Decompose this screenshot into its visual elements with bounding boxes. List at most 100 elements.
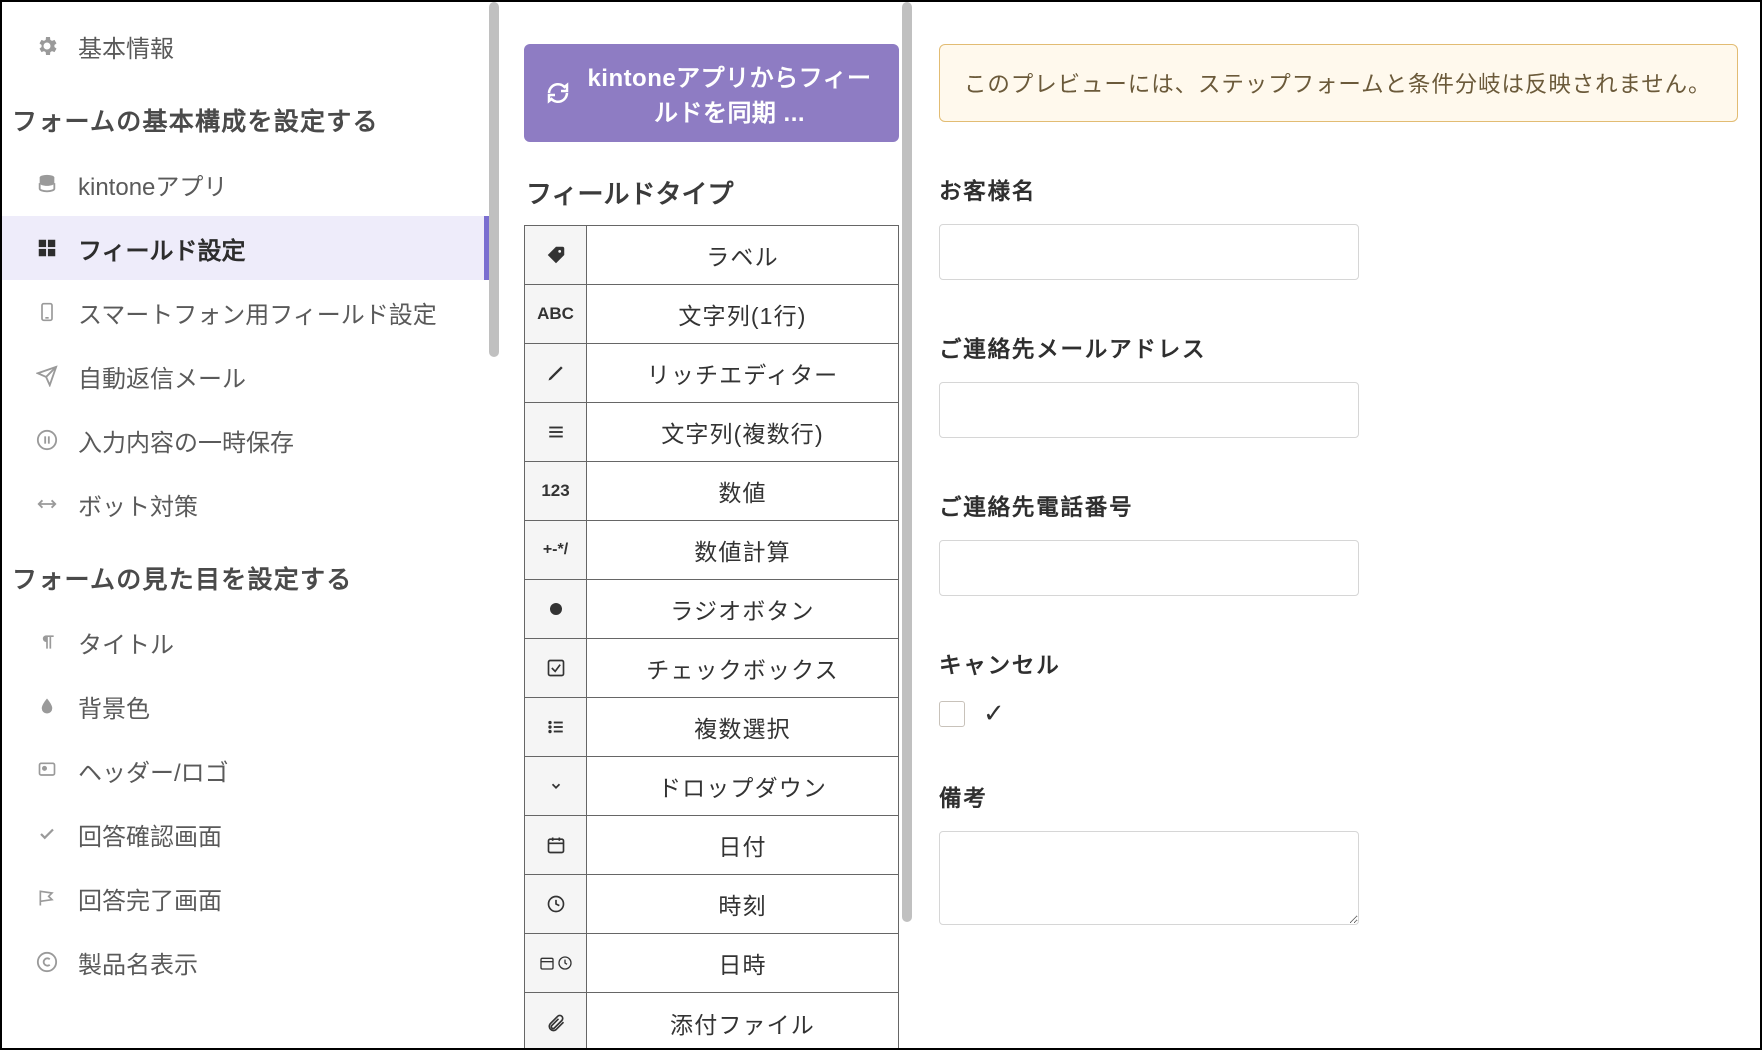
bars-icon [525,403,587,461]
field-palette: kintoneアプリからフィールドを同期 ... フィールドタイプ ラベル AB… [524,2,899,1048]
fieldtype-label-text: リッチエディター [587,344,898,402]
list-icon [525,698,587,756]
fieldtype-label-text: 文字列(複数行) [587,403,898,461]
preview-notice-alert: このプレビューには、ステップフォームと条件分岐は反映されません。 [939,44,1738,122]
field-label: キャンセル [939,648,1738,680]
sidebar-item-label: 入力内容の一時保存 [78,423,294,458]
check-icon [30,825,64,843]
preview-field-email: ご連絡先メールアドレス [939,332,1738,438]
refresh-icon [546,81,570,105]
sidebar-item-auto-reply-mail[interactable]: 自動返信メール [2,344,489,408]
preview-field-notes: 備考 [939,781,1738,930]
sidebar-item-field-settings[interactable]: フィールド設定 [2,216,489,280]
radio-icon [525,580,587,638]
sidebar-item-label: タイトル [78,625,174,660]
sidebar-item-label: 回答完了画面 [78,881,222,916]
fieldtype-date[interactable]: 日付 [525,816,898,875]
image-icon [30,760,64,780]
sidebar-item-complete-screen[interactable]: 回答完了画面 [2,866,489,930]
preview-field-cancel: キャンセル ✓ [939,648,1738,729]
fieldtype-label[interactable]: ラベル [525,226,898,285]
sidebar-item-basic-info[interactable]: 基本情報 [2,14,489,78]
fieldtype-label-text: 時刻 [587,875,898,933]
fieldtype-rich-editor[interactable]: リッチエディター [525,344,898,403]
fieldtype-label-text: ラベル [587,226,898,284]
sidebar-item-smartphone-fields[interactable]: スマートフォン用フィールド設定 [2,280,489,344]
fieldtype-label-text: 数値 [587,462,898,520]
sidebar-item-label: フィールド設定 [78,231,246,266]
fieldtype-datetime[interactable]: 日時 [525,934,898,993]
palette-scrollbar[interactable] [902,2,912,1048]
chevron-down-icon [525,757,587,815]
fieldtype-label-text: 文字列(1行) [587,285,898,343]
fieldtype-attachment[interactable]: 添付ファイル [525,993,898,1050]
sidebar-item-save-draft[interactable]: 入力内容の一時保存 [2,408,489,472]
clock-icon [525,875,587,933]
sidebar-item-label: 製品名表示 [78,945,198,980]
fieldtype-radio[interactable]: ラジオボタン [525,580,898,639]
fieldtype-text-single[interactable]: ABC 文字列(1行) [525,285,898,344]
sidebar-item-label: ヘッダー/ロゴ [78,753,229,788]
button-label: kintoneアプリからフィールドを同期 ... [582,58,877,128]
field-label: ご連絡先メールアドレス [939,332,1738,364]
sidebar-section-appearance: フォームの見た目を設定する [2,536,489,610]
sidebar-section-structure: フォームの基本構成を設定する [2,78,489,152]
sidebar-item-label: ボット対策 [78,487,198,522]
recycle-icon [30,493,64,515]
sidebar-item-bgcolor[interactable]: 背景色 [2,674,489,738]
sidebar-item-product-name[interactable]: 製品名表示 [2,930,489,994]
fieldtype-calc[interactable]: +-*/ 数値計算 [525,521,898,580]
form-preview: このプレビューには、ステップフォームと条件分岐は反映されません。 お客様名 ご連… [939,2,1760,1048]
smartphone-icon [30,299,64,325]
phone-input[interactable] [939,540,1359,596]
field-label: お客様名 [939,174,1738,206]
gear-icon [30,34,64,58]
sidebar-item-header-logo[interactable]: ヘッダー/ロゴ [2,738,489,802]
calendar-icon [525,816,587,874]
fieldtype-multiselect[interactable]: 複数選択 [525,698,898,757]
fieldtype-dropdown[interactable]: ドロップダウン [525,757,898,816]
paragraph-icon [30,631,64,653]
notes-textarea[interactable] [939,831,1359,925]
droplet-icon [30,695,64,717]
fieldtype-checkbox[interactable]: チェックボックス [525,639,898,698]
preview-field-phone: ご連絡先電話番号 [939,490,1738,596]
pencil-icon [525,344,587,402]
sidebar-scrollbar[interactable] [489,2,499,1048]
sidebar-item-label: kintoneアプリ [78,167,227,202]
send-icon [30,365,64,387]
calendar-clock-icon [525,934,587,992]
field-label: ご連絡先電話番号 [939,490,1738,522]
flag-icon [30,887,64,909]
fieldtype-time[interactable]: 時刻 [525,875,898,934]
sidebar-item-label: 基本情報 [78,29,174,64]
123-icon: 123 [525,462,587,520]
checkbox-icon [525,639,587,697]
fieldtype-label-text: ラジオボタン [587,580,898,638]
sync-from-kintone-button[interactable]: kintoneアプリからフィールドを同期 ... [524,44,899,142]
fieldtype-label-text: 数値計算 [587,521,898,579]
pause-circle-icon [30,429,64,451]
sidebar-item-confirm-screen[interactable]: 回答確認画面 [2,802,489,866]
field-type-list: ラベル ABC 文字列(1行) リッチエディター 文字列(複数行) 123 数値… [524,225,899,1050]
fieldtype-label-text: 複数選択 [587,698,898,756]
fieldtype-label-text: ドロップダウン [587,757,898,815]
sidebar-item-kintone-app[interactable]: kintoneアプリ [2,152,489,216]
sidebar-item-bot-protection[interactable]: ボット対策 [2,472,489,536]
paperclip-icon [525,993,587,1050]
fieldtype-text-multi[interactable]: 文字列(複数行) [525,403,898,462]
email-input[interactable] [939,382,1359,438]
sidebar-item-label: 自動返信メール [78,359,246,394]
sidebar-item-title[interactable]: タイトル [2,610,489,674]
customer-name-input[interactable] [939,224,1359,280]
field-label: 備考 [939,781,1738,813]
sidebar-item-label: 背景色 [78,689,150,724]
sidebar-item-label: 回答確認画面 [78,817,222,852]
field-type-heading: フィールドタイプ [526,174,899,211]
settings-sidebar: 基本情報 フォームの基本構成を設定する kintoneアプリ フィールド設定 ス… [2,2,489,1048]
database-icon [30,173,64,195]
fieldtype-number[interactable]: 123 数値 [525,462,898,521]
fieldtype-label-text: 添付ファイル [587,993,898,1050]
tag-icon [525,226,587,284]
cancel-checkbox[interactable] [939,701,965,727]
